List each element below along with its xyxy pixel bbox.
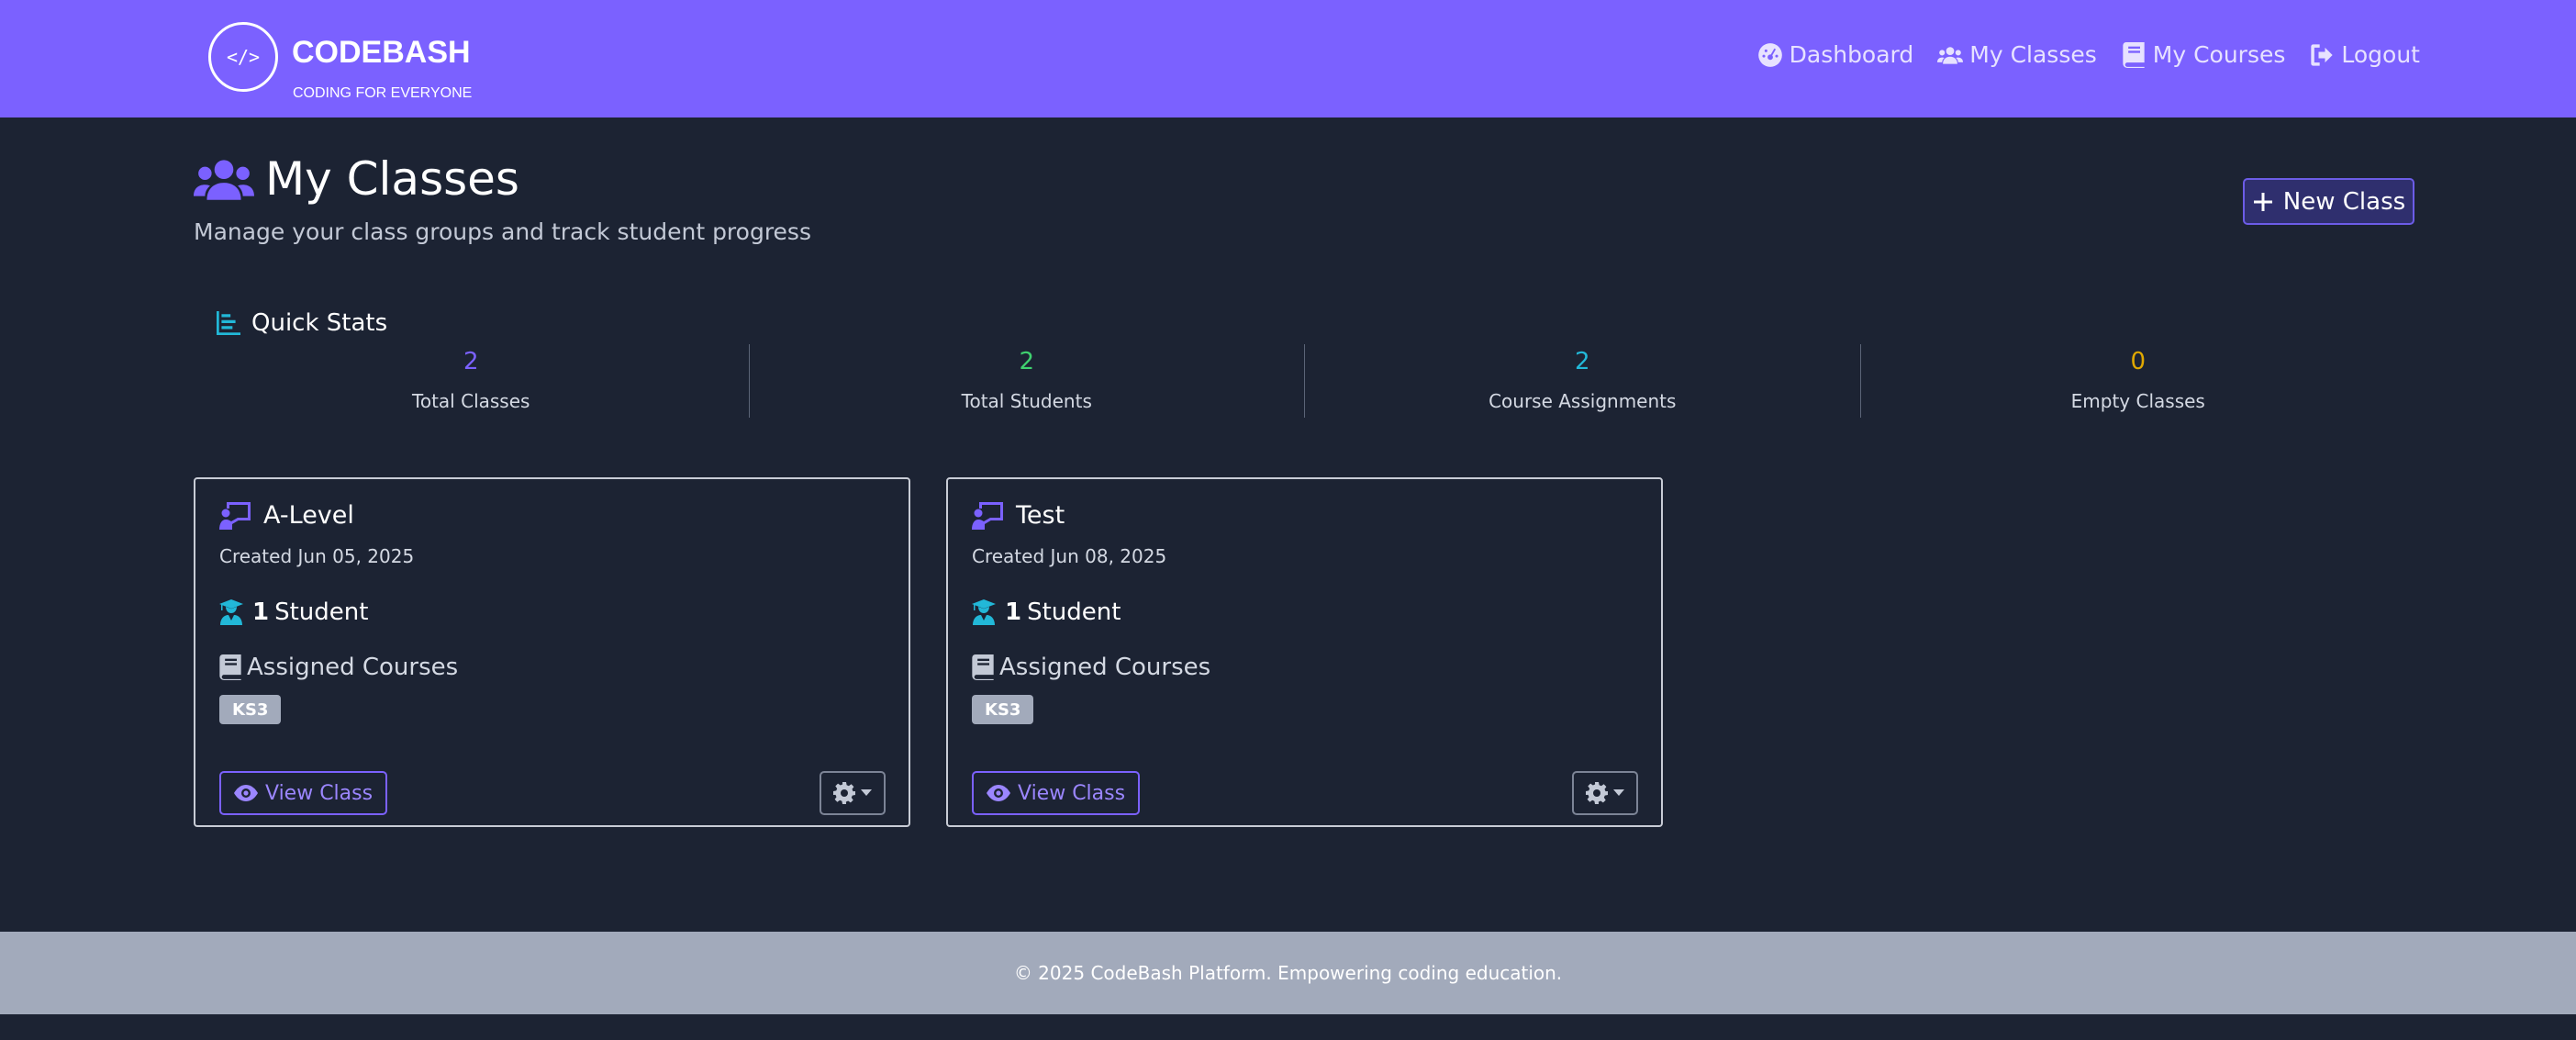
quick-stats-title: Quick Stats (217, 309, 387, 337)
gear-icon (833, 782, 855, 804)
graduate-user-icon (972, 599, 996, 625)
graduate-user-icon (219, 599, 243, 625)
users-icon (194, 160, 254, 200)
class-name: Test (1016, 501, 1065, 530)
class-created-date: Created Jun 08, 2025 (972, 545, 1167, 567)
gear-icon (1586, 782, 1608, 804)
book-icon (219, 654, 241, 680)
student-count-word: Student (1027, 598, 1121, 626)
stat-total-classes: 2 Total Classes (194, 344, 749, 418)
class-card: A-Level Created Jun 05, 2025 1 Student A… (194, 477, 910, 827)
brand-name: CODEBASH (292, 35, 471, 70)
nav-my-courses[interactable]: My Courses (2121, 41, 2286, 68)
eye-icon (234, 785, 258, 801)
nav-links: Dashboard My Classes My Courses Logout (1757, 41, 2420, 68)
class-student-count: 1 Student (972, 598, 1121, 626)
class-settings-dropdown[interactable] (820, 771, 886, 815)
class-student-count: 1 Student (219, 598, 368, 626)
page-title: My Classes (194, 152, 519, 206)
stat-empty-classes: 0 Empty Classes (1859, 344, 2416, 418)
chart-bar-icon (217, 311, 240, 335)
stat-label: Course Assignments (1489, 390, 1677, 412)
nav-my-courses-label: My Courses (2152, 41, 2286, 68)
footer-text: © 2025 CodeBash Platform. Empowering cod… (1013, 962, 1563, 984)
student-count-word: Student (274, 598, 369, 626)
quick-stats-label: Quick Stats (251, 309, 388, 337)
stat-total-students: 2 Total Students (748, 344, 1305, 418)
nav-dashboard-label: Dashboard (1789, 41, 1914, 68)
quick-stats-row: 2 Total Classes 2 Total Students 2 Cours… (194, 344, 2415, 418)
page-title-text: My Classes (265, 152, 519, 206)
class-settings-dropdown[interactable] (1572, 771, 1638, 815)
course-badge: KS3 (972, 695, 1034, 724)
stat-value: 2 (1574, 348, 1590, 375)
stat-label: Total Students (961, 390, 1092, 412)
nav-logout[interactable]: Logout (2309, 41, 2420, 68)
nav-logout-label: Logout (2341, 41, 2420, 68)
class-created-date: Created Jun 05, 2025 (219, 545, 415, 567)
navbar: </> CODEBASH CODING FOR EVERYONE Dashboa… (0, 0, 2576, 117)
chalkboard-teacher-icon (972, 501, 1003, 530)
dashboard-icon (1757, 42, 1782, 67)
course-badge: KS3 (219, 695, 282, 724)
assigned-courses-label: Assigned Courses (247, 654, 459, 681)
page-subtitle: Manage your class groups and track stude… (194, 218, 811, 245)
view-class-button[interactable]: View Class (219, 771, 388, 815)
view-class-label: View Class (265, 781, 374, 805)
nav-my-classes[interactable]: My Classes (1937, 41, 2097, 68)
footer: © 2025 CodeBash Platform. Empowering cod… (0, 932, 2576, 1014)
chevron-down-icon (861, 789, 872, 796)
stat-label: Empty Classes (2070, 390, 2205, 412)
view-class-label: View Class (1018, 781, 1126, 805)
class-card-header: Test (972, 501, 1065, 530)
assigned-courses-label: Assigned Courses (999, 654, 1211, 681)
stat-value: 0 (2130, 348, 2147, 375)
new-class-label: New Class (2282, 187, 2406, 216)
users-icon (1937, 46, 1964, 64)
book-icon (972, 654, 994, 680)
stat-course-assignments: 2 Course Assignments (1304, 344, 1860, 418)
class-card-header: A-Level (219, 501, 354, 530)
chevron-down-icon (1613, 789, 1624, 796)
code-logo-icon: </> (208, 22, 278, 92)
new-class-button[interactable]: New Class (2243, 178, 2414, 225)
class-card: Test Created Jun 08, 2025 1 Student Assi… (946, 477, 1663, 827)
assigned-courses-heading: Assigned Courses (219, 654, 458, 681)
logout-icon (2311, 43, 2334, 66)
plus-icon (2253, 192, 2272, 211)
stat-value: 2 (1019, 348, 1035, 375)
chalkboard-teacher-icon (219, 501, 251, 530)
eye-icon (987, 785, 1010, 801)
student-count-number: 1 (1005, 598, 1022, 626)
stat-value: 2 (463, 348, 479, 375)
student-count-number: 1 (252, 598, 270, 626)
assigned-courses-heading: Assigned Courses (972, 654, 1210, 681)
book-icon (2123, 41, 2145, 68)
class-name: A-Level (263, 501, 354, 530)
brand-tagline: CODING FOR EVERYONE (293, 85, 473, 101)
nav-my-classes-label: My Classes (1969, 41, 2097, 68)
stat-label: Total Classes (412, 390, 530, 412)
nav-dashboard[interactable]: Dashboard (1757, 41, 1914, 68)
view-class-button[interactable]: View Class (972, 771, 1141, 815)
